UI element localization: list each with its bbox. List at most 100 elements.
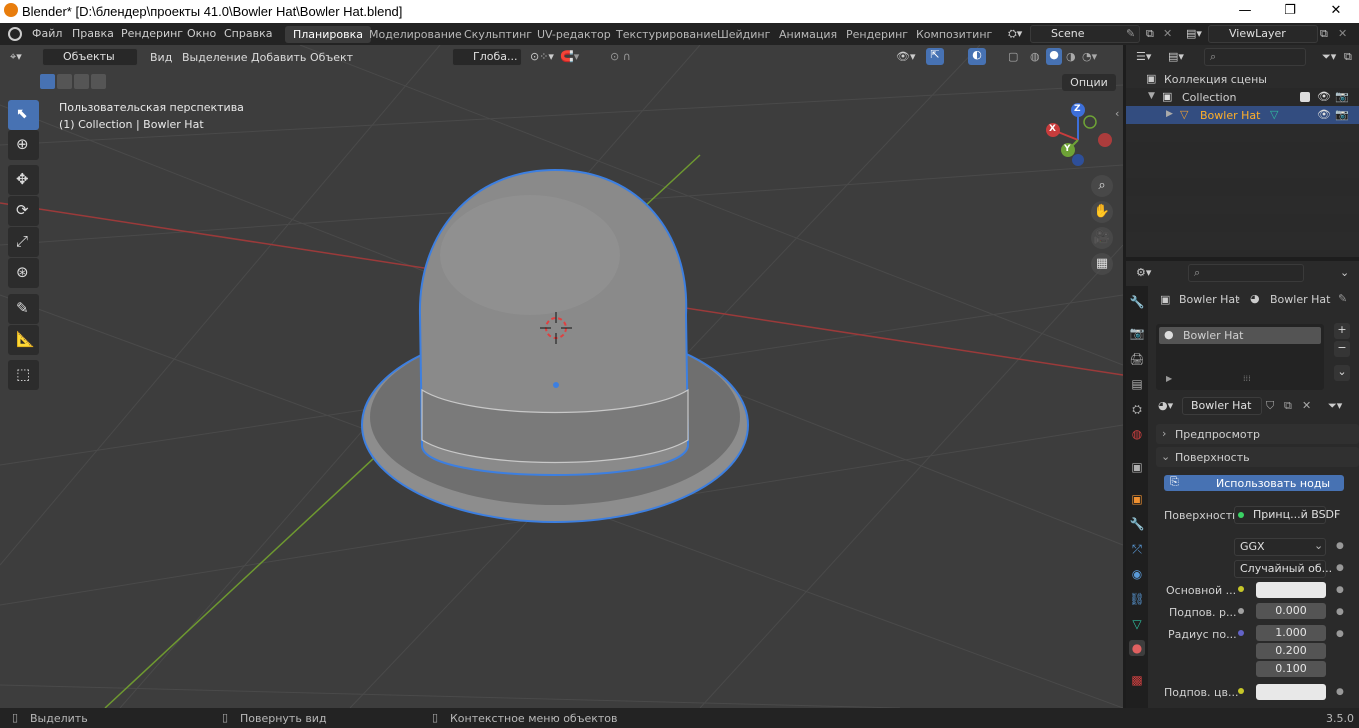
material-slot-item[interactable]: ● Bowler Hat bbox=[1159, 327, 1321, 344]
eye-icon[interactable]: 👁 bbox=[1317, 108, 1331, 121]
expand-arrow-icon[interactable]: ▼ bbox=[1148, 91, 1155, 101]
tool-tab-icon[interactable]: 🔧 bbox=[1129, 294, 1145, 310]
tab-texture-paint[interactable]: Текстурирование bbox=[608, 26, 725, 43]
transform-orientation[interactable]: Глоба... bbox=[452, 48, 522, 66]
tool-rotate[interactable]: ⟳ bbox=[8, 196, 39, 226]
new-collection-icon[interactable]: ⧉ bbox=[1344, 50, 1352, 64]
texture-tab-icon[interactable]: ▩ bbox=[1129, 672, 1145, 688]
tab-modeling[interactable]: Моделирование bbox=[361, 26, 470, 43]
close-button[interactable]: ✕ bbox=[1313, 0, 1359, 23]
expand-arrow-icon[interactable]: ▶ bbox=[1166, 374, 1172, 383]
select-new-icon[interactable] bbox=[40, 74, 55, 89]
socket-dot[interactable]: ● bbox=[1336, 585, 1344, 595]
socket-dot[interactable]: ● bbox=[1336, 563, 1344, 573]
tab-sculpting[interactable]: Скульптинг bbox=[456, 26, 540, 43]
object-tab-icon[interactable]: ▣ bbox=[1129, 491, 1145, 507]
outliner-search[interactable] bbox=[1204, 48, 1306, 66]
menu-object[interactable]: Объект bbox=[310, 51, 353, 64]
duplicate-material-icon[interactable]: ⧉ bbox=[1284, 399, 1292, 413]
menu-window[interactable]: Окно bbox=[187, 27, 216, 40]
subsurface-radius-z[interactable]: 0.100 bbox=[1256, 661, 1326, 677]
select-subtract-icon[interactable] bbox=[74, 74, 89, 89]
editor-type-icon[interactable]: ⌖▾ bbox=[10, 50, 22, 64]
socket-dot[interactable]: ● bbox=[1336, 541, 1344, 551]
menu-edit[interactable]: Правка bbox=[72, 27, 114, 40]
zoom-icon[interactable]: ⌕ bbox=[1091, 175, 1113, 197]
minimize-button[interactable]: — bbox=[1222, 0, 1268, 23]
filter-icon[interactable]: ⏷▾ bbox=[1322, 50, 1336, 64]
tool-transform[interactable]: ⊛ bbox=[8, 258, 39, 288]
chevron-down-icon[interactable]: ⌄ bbox=[1340, 266, 1349, 279]
constraints-tab-icon[interactable]: ⛓ bbox=[1129, 591, 1145, 607]
view-layer-tab-icon[interactable]: ▤ bbox=[1129, 376, 1145, 392]
scene-tab-icon[interactable]: ⛭ bbox=[1129, 401, 1145, 417]
tool-add-cube[interactable]: ⬚ bbox=[8, 360, 39, 390]
subsurface-method-dropdown[interactable]: Случайный об... bbox=[1234, 560, 1332, 578]
mode-selector[interactable]: Объекты bbox=[42, 48, 138, 66]
select-mode-buttons[interactable] bbox=[40, 74, 106, 90]
preview-section[interactable]: › Предпросмотр bbox=[1156, 424, 1359, 444]
wireframe-shading-icon[interactable]: ◍ bbox=[1030, 50, 1040, 63]
outliner-row-collection[interactable]: ▼ ▣ Collection 👁 📷 bbox=[1126, 88, 1359, 106]
socket-yellow-icon[interactable] bbox=[1238, 688, 1244, 694]
distribution-dropdown[interactable]: GGX bbox=[1234, 538, 1326, 556]
menu-render[interactable]: Рендеринг bbox=[121, 27, 183, 40]
physics-tab-icon[interactable]: ◉ bbox=[1129, 566, 1145, 582]
ortho-grid-icon[interactable]: ▦ bbox=[1091, 253, 1113, 275]
remove-viewlayer-icon[interactable]: ✕ bbox=[1338, 27, 1347, 40]
socket-dot[interactable]: ● bbox=[1336, 687, 1344, 697]
output-tab-icon[interactable]: 🖨 bbox=[1129, 351, 1145, 367]
slot-menu-chevron-icon[interactable]: ⌄ bbox=[1334, 365, 1350, 381]
render-camera-icon[interactable]: 📷 bbox=[1335, 90, 1349, 103]
snap-icon[interactable]: 🧲▾ bbox=[560, 50, 579, 63]
menu-view[interactable]: Вид bbox=[150, 51, 172, 64]
new-viewlayer-icon[interactable]: ⧉ bbox=[1320, 27, 1328, 41]
menu-add[interactable]: Добавить bbox=[251, 51, 306, 64]
viewlayer-selector[interactable]: ViewLayer bbox=[1208, 25, 1318, 43]
select-extend-icon[interactable] bbox=[57, 74, 72, 89]
sidebar-toggle-icon[interactable]: ‹ bbox=[1115, 107, 1119, 120]
render-camera-icon[interactable]: 📷 bbox=[1335, 108, 1349, 121]
tool-scale[interactable]: ⤢ bbox=[8, 227, 39, 257]
display-mode-icon[interactable]: ▤▾ bbox=[1168, 50, 1184, 63]
subsurface-radius-x[interactable]: 1.000 bbox=[1256, 625, 1326, 641]
new-scene-icon[interactable]: ⧉ bbox=[1146, 27, 1154, 41]
data-tab-icon[interactable]: ▽ bbox=[1129, 616, 1145, 632]
remove-slot-button[interactable]: − bbox=[1334, 341, 1350, 357]
outliner-editor-icon[interactable]: ☰▾ bbox=[1136, 50, 1151, 63]
expand-arrow-icon[interactable]: ▶ bbox=[1166, 109, 1173, 119]
xray-icon[interactable]: ▢ bbox=[1008, 50, 1018, 63]
outliner-row-object[interactable]: ▶ ▽ Bowler Hat ▽ 👁 📷 bbox=[1126, 106, 1359, 124]
unlink-material-icon[interactable]: ✕ bbox=[1302, 399, 1311, 412]
scene-type-icon[interactable]: ⛭▾ bbox=[1008, 27, 1022, 41]
tool-move[interactable]: ✥ bbox=[8, 165, 39, 195]
pivot-icon[interactable]: ⊙⁘▾ bbox=[530, 50, 554, 63]
solid-shading-icon[interactable]: ● bbox=[1046, 48, 1062, 65]
tab-rendering[interactable]: Рендеринг bbox=[838, 26, 916, 43]
tab-layout[interactable]: Планировка bbox=[285, 26, 371, 43]
maximize-button[interactable]: ❐ bbox=[1267, 0, 1313, 23]
tab-compositing[interactable]: Композитинг bbox=[908, 26, 1000, 43]
options-button[interactable]: Опции bbox=[1062, 74, 1116, 91]
world-tab-icon[interactable]: ◍ bbox=[1129, 426, 1145, 442]
socket-blue-icon[interactable] bbox=[1238, 630, 1244, 636]
subsurface-value[interactable]: 0.000 bbox=[1256, 603, 1326, 619]
remove-scene-icon[interactable]: ✕ bbox=[1163, 27, 1172, 40]
render-tab-icon[interactable]: 📷 bbox=[1129, 325, 1145, 341]
surface-section[interactable]: ⌄ Поверхность bbox=[1156, 447, 1359, 467]
resize-handle[interactable]: ⁞⁞⁞ bbox=[1243, 374, 1251, 383]
tool-select-box[interactable]: ⬉ bbox=[8, 100, 39, 130]
pin-icon[interactable]: ✎ bbox=[1338, 292, 1347, 305]
select-invert-icon[interactable] bbox=[91, 74, 106, 89]
gizmo-toggle-icon[interactable]: ⇱ bbox=[926, 48, 944, 65]
tab-uv-editor[interactable]: UV-редактор bbox=[529, 26, 619, 43]
menu-help[interactable]: Справка bbox=[224, 27, 272, 40]
visibility-icon[interactable]: 👁▾ bbox=[896, 50, 916, 63]
base-color-swatch[interactable] bbox=[1256, 582, 1326, 598]
material-name-field[interactable]: Bowler Hat bbox=[1182, 397, 1262, 415]
viewport-canvas[interactable] bbox=[0, 45, 1123, 708]
rendered-shading-icon[interactable]: ◔▾ bbox=[1082, 50, 1097, 63]
material-shading-icon[interactable]: ◑ bbox=[1066, 50, 1076, 63]
socket-gray-icon[interactable] bbox=[1238, 608, 1244, 614]
tool-cursor[interactable]: ⊕ bbox=[8, 130, 39, 160]
